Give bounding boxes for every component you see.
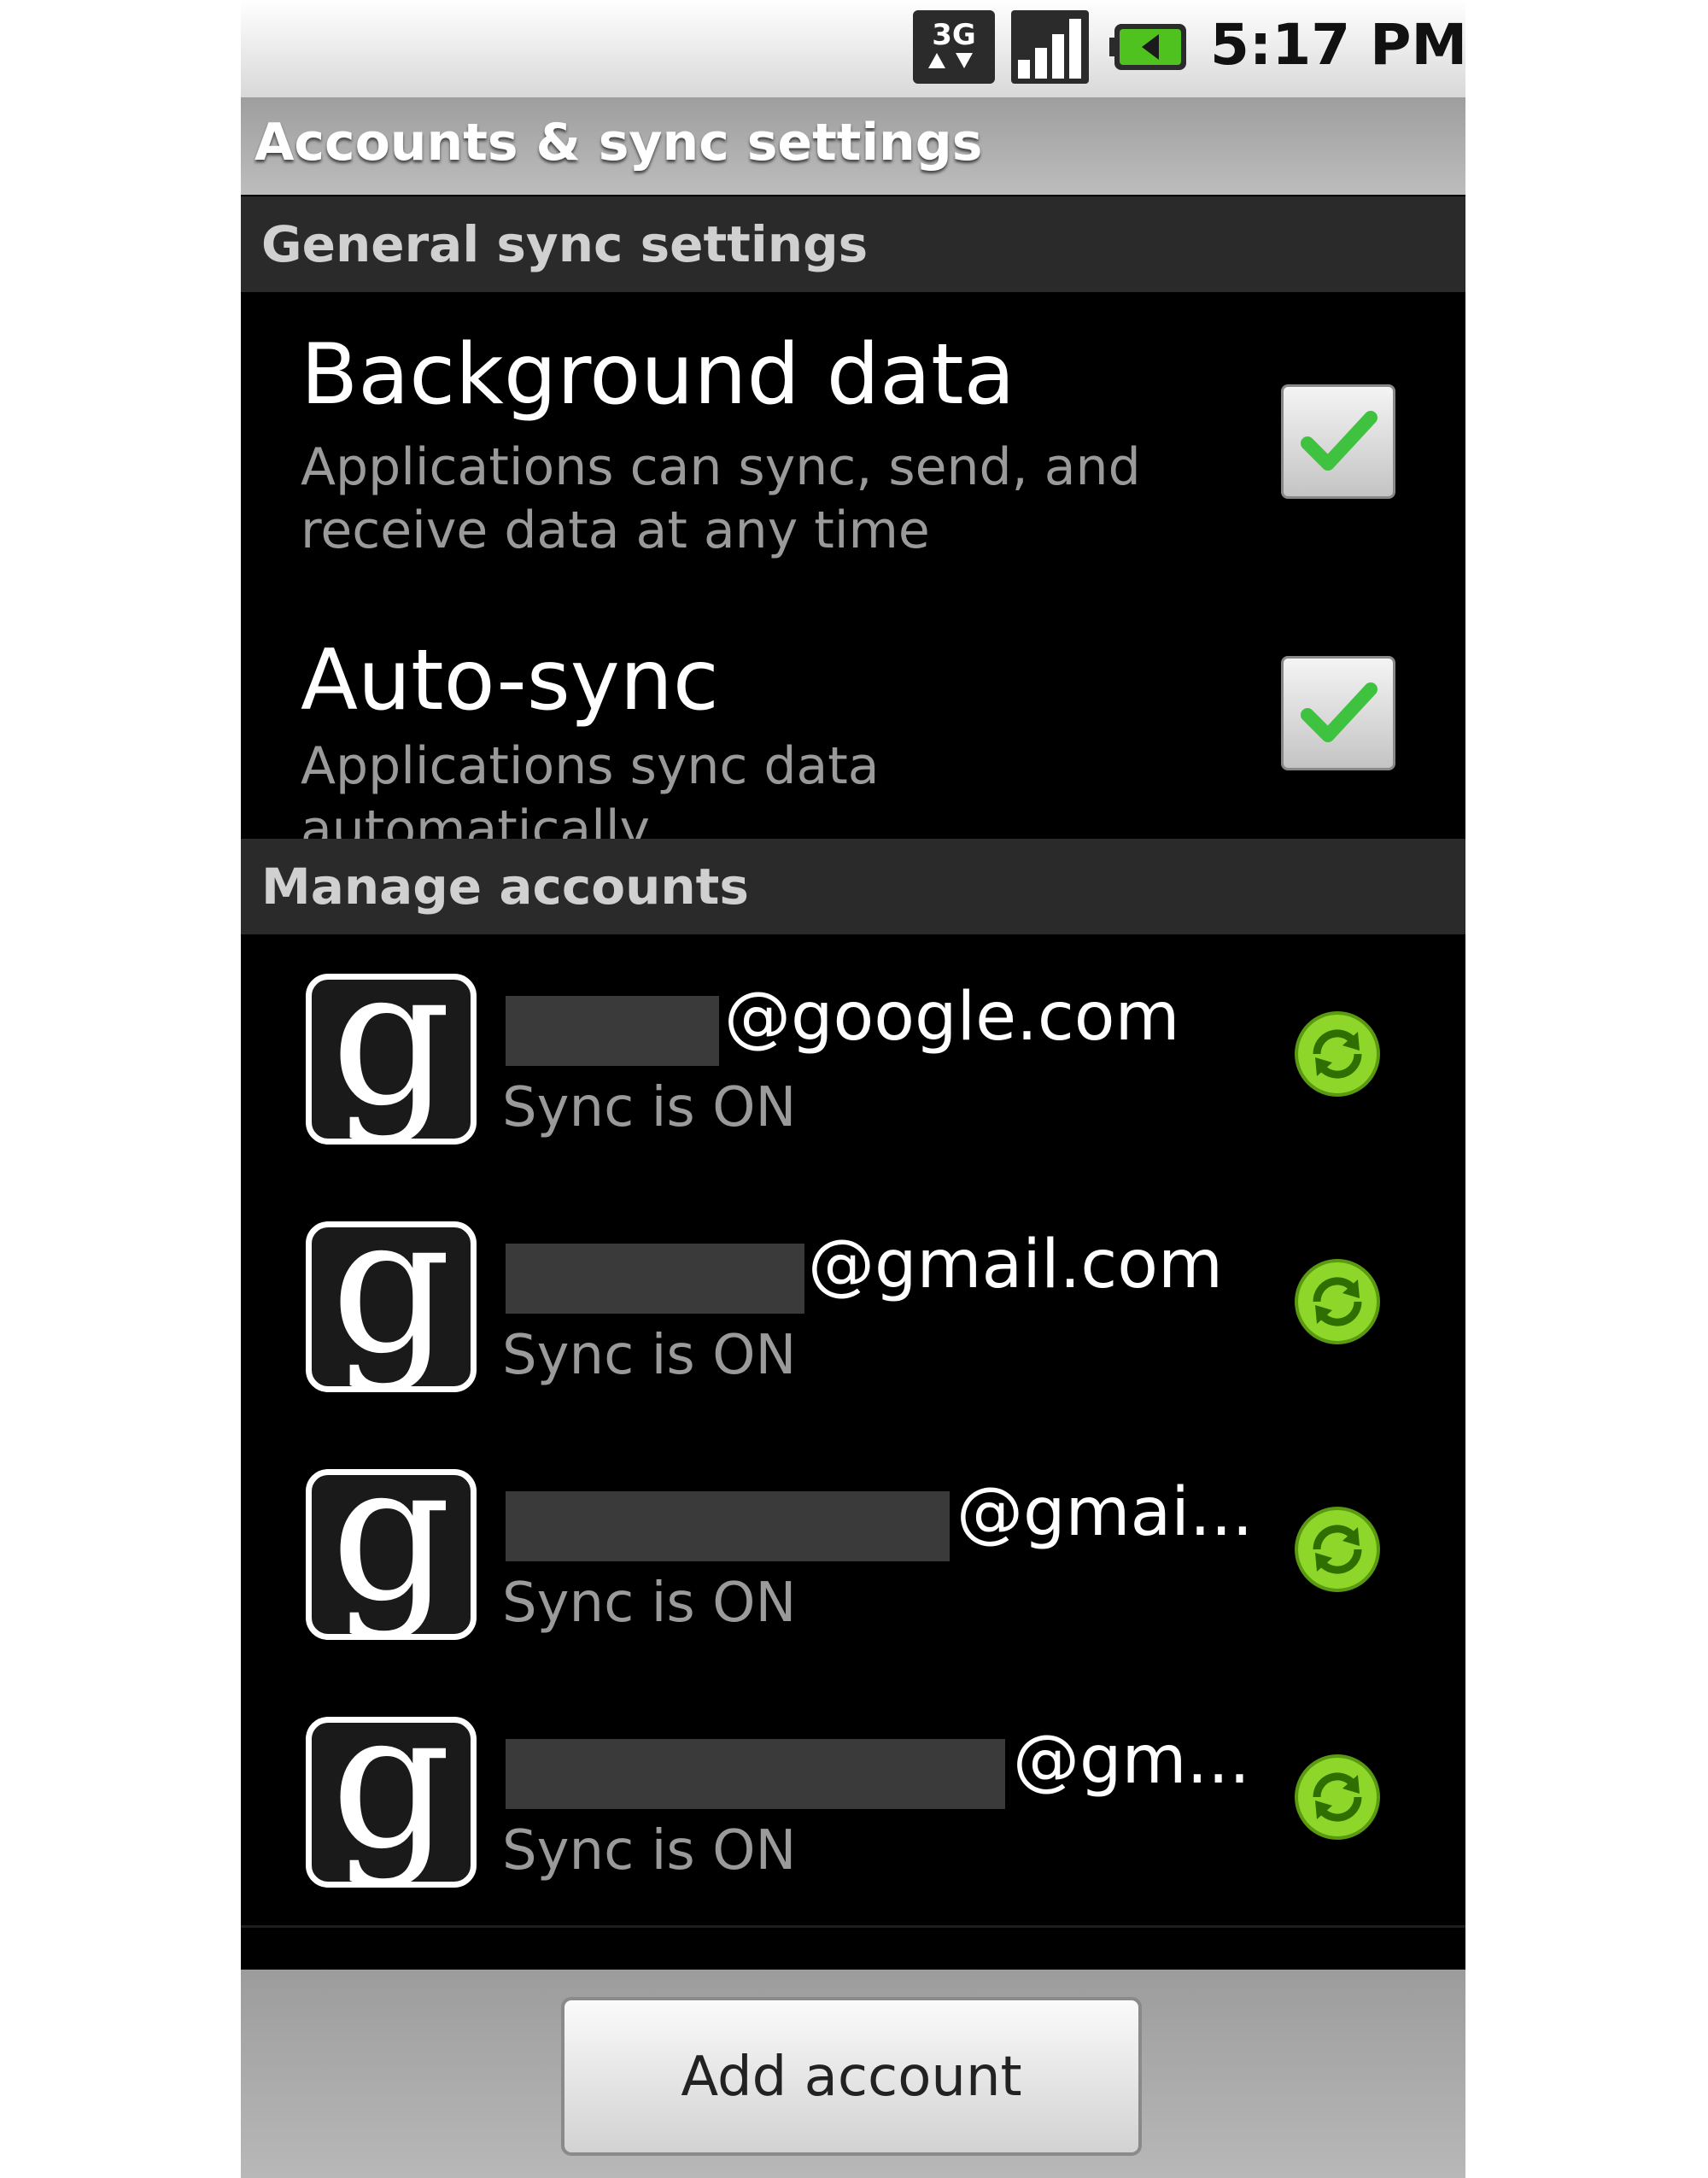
pref-auto-sync[interactable]: Auto-sync Applications sync data automat… — [241, 591, 1465, 859]
pref-background-data[interactable]: Background data Applications can sync, s… — [241, 292, 1465, 594]
redacted-username — [506, 1244, 804, 1314]
checkmark-icon — [1301, 411, 1378, 471]
add-account-button[interactable]: Add account — [561, 1997, 1142, 2156]
sync-icon[interactable] — [1293, 1505, 1382, 1594]
pref-title: Background data — [301, 326, 1015, 424]
account-row[interactable]: g @gmail.com Sync is ON — [241, 1182, 1465, 1432]
battery-icon — [1109, 24, 1186, 70]
section-header-manage-accounts: Manage accounts — [241, 839, 1465, 934]
bottom-bar: Add account — [241, 1970, 1465, 2178]
network-3g-icon: 3G — [913, 10, 995, 84]
redacted-username — [506, 1739, 1005, 1809]
google-account-icon: g — [306, 1687, 477, 1888]
redacted-username — [506, 996, 719, 1066]
section-header-general-sync: General sync settings — [241, 196, 1465, 292]
section-header-label: Manage accounts — [261, 858, 749, 916]
phone-screen: 3G 5:17 PM Accounts & sync settings Gene… — [241, 0, 1465, 2178]
account-sync-status: Sync is ON — [502, 1572, 797, 1635]
account-sync-status: Sync is ON — [502, 1324, 797, 1387]
status-time: 5:17 PM — [1210, 12, 1465, 78]
pref-summary: Applications can sync, send, and receive… — [301, 437, 1141, 560]
checkmark-icon — [1301, 682, 1378, 742]
account-domain: @google.com — [724, 979, 1180, 1056]
network-3g-label: 3G — [932, 18, 976, 52]
account-domain: @gm... — [1013, 1722, 1250, 1799]
account-row[interactable]: g @gm... Sync is ON — [241, 1677, 1465, 1928]
background-data-checkbox[interactable] — [1281, 384, 1395, 499]
account-row[interactable]: g @gmai... Sync is ON — [241, 1430, 1465, 1680]
account-sync-status: Sync is ON — [502, 1076, 797, 1139]
redacted-username — [506, 1491, 950, 1561]
section-header-label: General sync settings — [261, 215, 869, 273]
sync-icon[interactable] — [1293, 1753, 1382, 1841]
signal-strength-icon — [1011, 10, 1089, 84]
google-account-icon: g — [306, 944, 477, 1145]
page-title: Accounts & sync settings — [254, 113, 983, 173]
account-row[interactable]: g @google.com Sync is ON — [241, 934, 1465, 1185]
sync-icon[interactable] — [1293, 1257, 1382, 1346]
sync-icon[interactable] — [1293, 1010, 1382, 1098]
title-bar: Accounts & sync settings — [241, 97, 1465, 195]
google-account-icon: g — [306, 1439, 477, 1640]
pref-title: Auto-sync — [301, 632, 719, 729]
google-account-icon: g — [306, 1191, 477, 1392]
account-sync-status: Sync is ON — [502, 1819, 797, 1882]
auto-sync-checkbox[interactable] — [1281, 656, 1395, 770]
account-domain: @gmail.com — [808, 1227, 1224, 1303]
status-bar: 3G 5:17 PM — [241, 0, 1465, 97]
account-domain: @gmai... — [956, 1474, 1254, 1551]
